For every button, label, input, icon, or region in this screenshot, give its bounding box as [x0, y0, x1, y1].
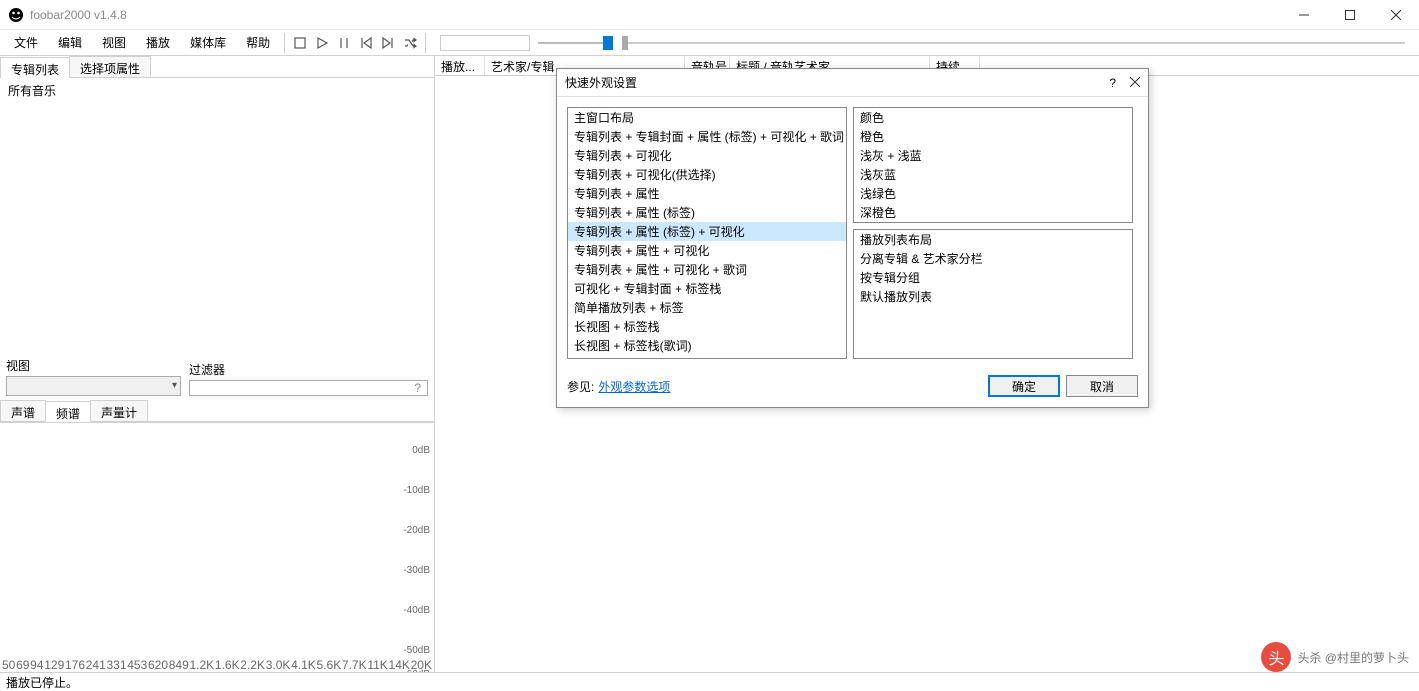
dialog-close-icon[interactable]	[1130, 76, 1140, 90]
watermark-icon: 头	[1261, 642, 1291, 672]
playlist-layout-option[interactable]: 默认播放列表	[854, 287, 1132, 306]
menu-play[interactable]: 播放	[136, 30, 180, 55]
layout-option[interactable]: 专辑列表 + 属性 (标签) + 可视化	[568, 222, 846, 241]
view-label: 视图	[6, 357, 181, 374]
menu-library[interactable]: 媒体库	[180, 30, 236, 55]
tab-vu[interactable]: 声量计	[90, 400, 148, 421]
volume-slider[interactable]	[538, 42, 608, 44]
left-panel: 专辑列表 选择项属性 所有音乐 视图 ▾ 过滤器 ? 声谱 频谱 声量计 0dB…	[0, 56, 435, 672]
playlist-column[interactable]: 播放...	[435, 56, 485, 75]
filter-input[interactable]: ?	[189, 380, 428, 396]
layout-option[interactable]: 专辑列表 + 属性 + 可视化 + 歌词	[568, 260, 846, 279]
menu-edit[interactable]: 编辑	[48, 30, 92, 55]
tab-album-list[interactable]: 专辑列表	[0, 57, 70, 78]
app-icon	[8, 7, 24, 23]
see-label: 参见:	[567, 378, 594, 395]
menubar: 文件 编辑 视图 播放 媒体库 帮助	[0, 30, 1419, 56]
prev-button[interactable]	[355, 32, 377, 54]
tab-spectrogram[interactable]: 声谱	[0, 400, 46, 421]
layout-option[interactable]: 专辑列表 + 专辑封面 + 属性 (标签) + 可视化 + 歌词	[568, 127, 846, 146]
colors-listbox[interactable]: 颜色 橙色浅灰 + 浅蓝浅灰蓝浅绿色深橙色深灰 + 橙	[853, 107, 1133, 223]
tab-spectrum[interactable]: 频谱	[45, 401, 91, 422]
freq-axis: 5069941291762413314536208491.2K1.6K2.2K3…	[2, 658, 432, 672]
left-tabs: 专辑列表 选择项属性	[0, 56, 434, 78]
color-option[interactable]: 浅灰 + 浅蓝	[854, 146, 1132, 165]
seek-slider[interactable]	[622, 42, 1405, 44]
stop-button[interactable]	[289, 32, 311, 54]
layout-option[interactable]: 专辑列表 + 属性	[568, 184, 846, 203]
view-select[interactable]: ▾	[6, 376, 181, 396]
play-button[interactable]	[311, 32, 333, 54]
dialog-help[interactable]: ?	[1109, 76, 1116, 90]
menu-view[interactable]: 视图	[92, 30, 136, 55]
menu-help[interactable]: 帮助	[236, 30, 280, 55]
playlist-layout-header: 播放列表布局	[854, 230, 1132, 249]
spectrum-display: 0dB -10dB -20dB -30dB -40dB -50dB -60dB …	[0, 422, 434, 673]
watermark: 头 头杀 @村里的萝卜头	[1261, 642, 1409, 672]
layout-listbox[interactable]: 主窗口布局 专辑列表 + 专辑封面 + 属性 (标签) + 可视化 + 歌词专辑…	[567, 107, 847, 359]
all-music-node[interactable]: 所有音乐	[0, 78, 434, 103]
filter-label: 过滤器	[189, 361, 428, 378]
layout-option[interactable]: 专辑列表 + 属性 (标签)	[568, 203, 846, 222]
colors-header: 颜色	[854, 108, 1132, 127]
maximize-button[interactable]	[1327, 0, 1373, 30]
layout-option[interactable]: 可视化 + 专辑封面 + 标签栈	[568, 279, 846, 298]
layout-option[interactable]: 专辑列表 + 可视化(供选择)	[568, 165, 846, 184]
color-option[interactable]: 深灰 + 橙	[854, 222, 1132, 223]
random-button[interactable]	[399, 32, 421, 54]
spectrum-tabs: 声谱 频谱 声量计	[0, 400, 434, 422]
color-option[interactable]: 橙色	[854, 127, 1132, 146]
color-option[interactable]: 浅绿色	[854, 184, 1132, 203]
layout-option[interactable]: 专辑列表 + 可视化	[568, 146, 846, 165]
layout-option[interactable]: 长视图 + 标签栈	[568, 317, 846, 336]
album-art-placeholder	[440, 35, 530, 51]
layout-option[interactable]: 长视图 + 标签栈(歌词)	[568, 336, 846, 355]
layout-option[interactable]: 简单播放列表 + 标签	[568, 298, 846, 317]
cancel-button[interactable]: 取消	[1066, 375, 1138, 397]
color-option[interactable]: 深橙色	[854, 203, 1132, 222]
tab-properties[interactable]: 选择项属性	[69, 56, 151, 77]
ok-button[interactable]: 确定	[988, 375, 1060, 397]
layout-header: 主窗口布局	[568, 108, 846, 127]
menu-file[interactable]: 文件	[4, 30, 48, 55]
appearance-options-link[interactable]: 外观参数选项	[598, 378, 670, 395]
layout-option[interactable]: 专辑列表 + 属性 + 可视化	[568, 241, 846, 260]
status-text: 播放已停止。	[6, 676, 78, 690]
playlist-layout-option[interactable]: 按专辑分组	[854, 268, 1132, 287]
status-bar: 播放已停止。	[0, 672, 1419, 690]
next-button[interactable]	[377, 32, 399, 54]
chevron-down-icon: ▾	[172, 380, 177, 391]
quick-appearance-dialog: 快速外观设置 ? 主窗口布局 专辑列表 + 专辑封面 + 属性 (标签) + 可…	[556, 68, 1149, 408]
window-title: foobar2000 v1.4.8	[30, 8, 127, 22]
titlebar: foobar2000 v1.4.8	[0, 0, 1419, 30]
minimize-button[interactable]	[1281, 0, 1327, 30]
playlist-layout-option[interactable]: 分离专辑 & 艺术家分栏	[854, 249, 1132, 268]
dialog-title: 快速外观设置	[565, 74, 637, 91]
close-button[interactable]	[1373, 0, 1419, 30]
color-option[interactable]: 浅灰蓝	[854, 165, 1132, 184]
playlist-layout-listbox[interactable]: 播放列表布局 分离专辑 & 艺术家分栏按专辑分组默认播放列表	[853, 229, 1133, 359]
pause-button[interactable]	[333, 32, 355, 54]
